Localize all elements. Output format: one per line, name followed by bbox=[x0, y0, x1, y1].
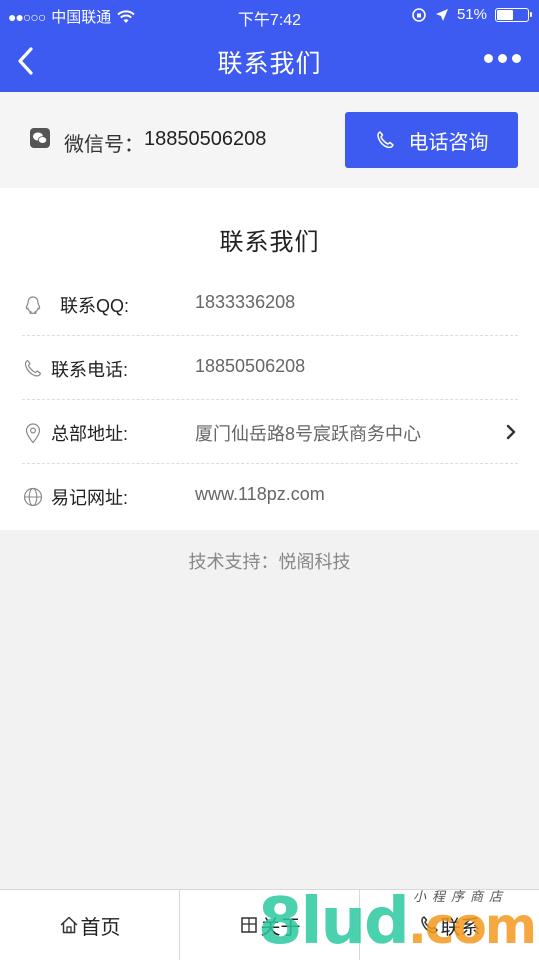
wechat-id: 18850506208 bbox=[144, 128, 267, 150]
qq-icon bbox=[25, 296, 41, 314]
tab-bar: 首页 关于 联系 bbox=[0, 889, 539, 960]
card-title: 联系我们 bbox=[219, 229, 320, 256]
nav-bar: 联系我们 bbox=[0, 30, 539, 92]
phone-label: 联系电话: bbox=[51, 360, 129, 380]
qq-value: 1833336208 bbox=[195, 292, 296, 312]
contact-row-website[interactable]: 易记网址: www.118pz.com bbox=[22, 464, 518, 528]
battery-icon bbox=[495, 7, 532, 22]
qq-label: 联系QQ: bbox=[60, 296, 130, 316]
battery-percent: 51% bbox=[456, 6, 487, 23]
website-value: www.118pz.com bbox=[195, 484, 325, 504]
tab-home[interactable]: 首页 bbox=[0, 890, 180, 960]
tech-support-text: 技术支持：悦阁科技 bbox=[188, 552, 351, 572]
more-menu-icon[interactable] bbox=[484, 54, 521, 63]
tab-contact-label: 联系 bbox=[440, 916, 481, 939]
website-label: 易记网址: bbox=[51, 488, 129, 508]
home-icon bbox=[59, 916, 78, 934]
page-title: 联系我们 bbox=[217, 50, 322, 78]
call-button-label: 电话咨询 bbox=[408, 131, 489, 154]
contact-card: 联系我们 联系QQ: 1833336208 联系电话: 18850506208 … bbox=[0, 188, 539, 530]
phone-icon bbox=[420, 916, 438, 934]
tab-contact[interactable]: 联系 bbox=[360, 890, 539, 960]
wechat-label: 微信号： bbox=[64, 134, 144, 156]
tab-home-label: 首页 bbox=[80, 916, 121, 939]
contact-row-qq[interactable]: 联系QQ: 1833336208 bbox=[22, 272, 518, 336]
location-pin-icon bbox=[25, 423, 41, 444]
phone-value: 18850506208 bbox=[195, 356, 306, 376]
contact-row-phone[interactable]: 联系电话: 18850506208 bbox=[22, 336, 518, 400]
location-arrow-icon bbox=[435, 8, 448, 21]
address-label: 总部地址: bbox=[51, 424, 129, 444]
phone-icon bbox=[376, 131, 394, 149]
contact-row-address[interactable]: 总部地址: 厦门仙岳路8号宸跃商务中心 bbox=[22, 400, 518, 464]
address-value: 厦门仙岳路8号宸跃商务中心 bbox=[195, 424, 422, 444]
chevron-right-icon[interactable] bbox=[504, 422, 518, 442]
about-icon bbox=[240, 917, 257, 933]
status-bar: ●●○○○ 中国联通 下午7:42 51% bbox=[0, 0, 539, 30]
wechat-icon bbox=[30, 128, 50, 148]
tab-about-label: 关于 bbox=[260, 916, 301, 939]
globe-icon bbox=[23, 487, 43, 507]
orientation-lock-icon bbox=[412, 7, 426, 22]
phone-consult-button[interactable]: 电话咨询 bbox=[345, 112, 518, 168]
phone-icon bbox=[24, 359, 42, 377]
tab-about[interactable]: 关于 bbox=[180, 890, 360, 960]
status-right: 51% bbox=[411, 6, 532, 23]
